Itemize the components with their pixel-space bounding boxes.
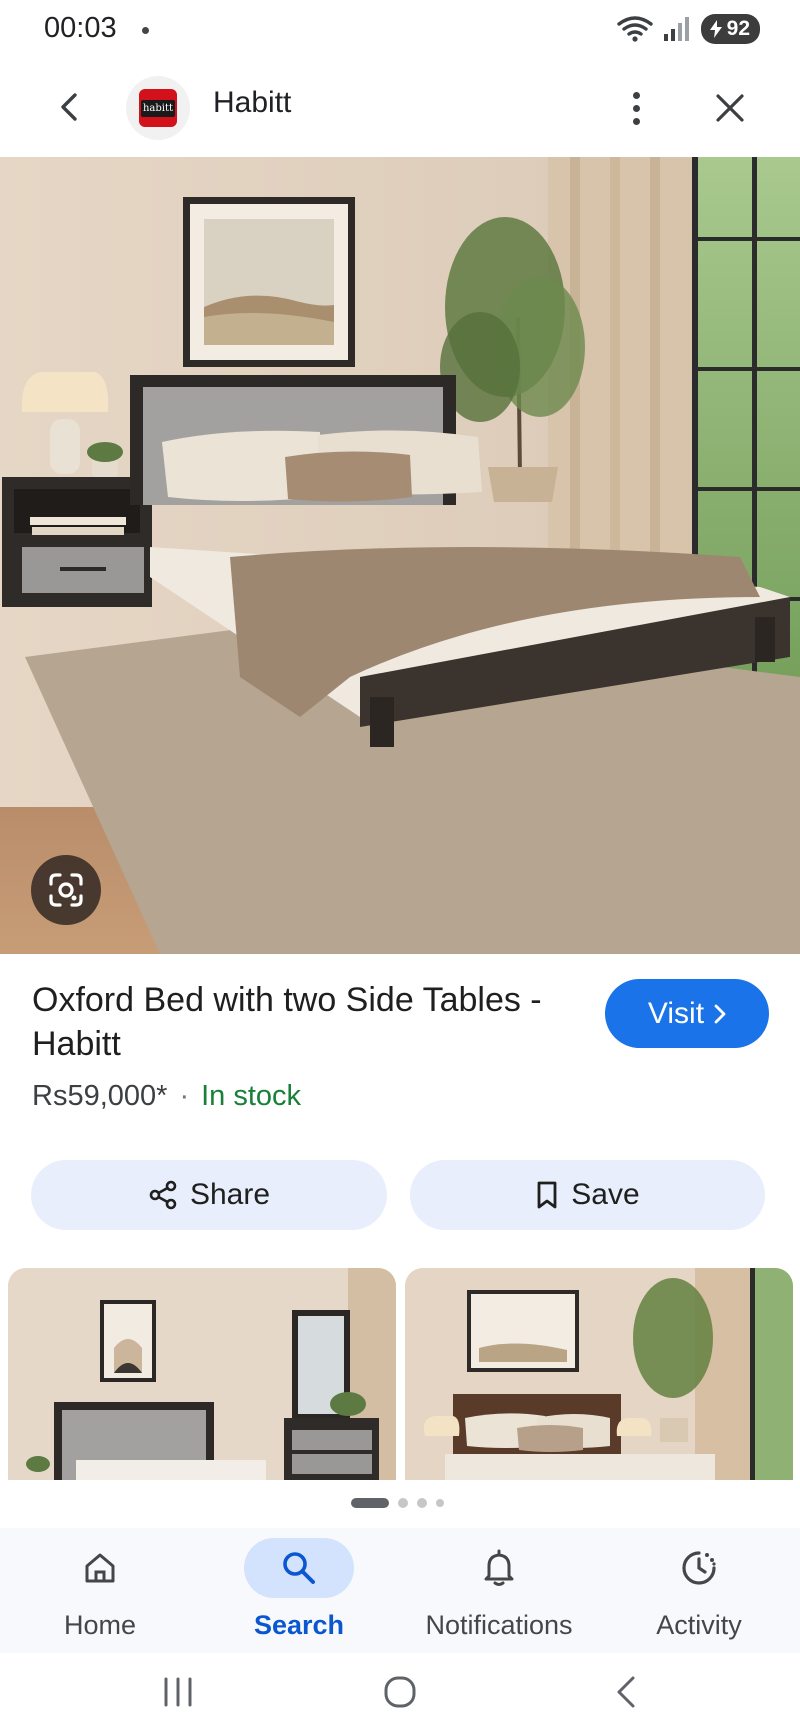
nav-activity-icon-wrap — [644, 1538, 754, 1598]
nav-label: Home — [63, 1610, 137, 1640]
stock-status: In stock — [201, 1080, 302, 1112]
more-options-button[interactable] — [614, 82, 658, 134]
nav-notifications-icon-wrap — [444, 1538, 554, 1598]
recent-apps-button[interactable] — [148, 1667, 208, 1717]
product-price: Rs59,000* — [32, 1080, 168, 1112]
activity-icon — [682, 1551, 716, 1585]
share-label: Share — [189, 1178, 271, 1211]
more-vert-icon — [632, 91, 640, 99]
nav-activity[interactable]: Activity — [599, 1528, 799, 1653]
system-back-button[interactable] — [596, 1667, 656, 1717]
notification-dot — [142, 27, 149, 34]
lens-icon — [49, 873, 83, 907]
system-navigation — [0, 1653, 800, 1733]
wifi-icon — [616, 16, 653, 42]
search-icon — [283, 1552, 315, 1584]
close-button[interactable] — [706, 84, 754, 132]
home-icon — [85, 1553, 115, 1583]
carousel-dot — [417, 1498, 427, 1508]
bottom-navigation: Home Search Notifications Activity — [0, 1528, 800, 1653]
nav-search-icon-wrap — [244, 1538, 354, 1598]
battery-indicator: 92 — [700, 14, 760, 44]
battery-level: 92 — [726, 17, 750, 40]
related-image[interactable] — [405, 1268, 793, 1480]
nav-notifications[interactable]: Notifications — [399, 1528, 599, 1653]
home-button[interactable] — [370, 1667, 430, 1717]
visit-button[interactable]: Visit — [605, 979, 769, 1048]
share-button[interactable]: Share — [31, 1160, 387, 1230]
carousel-indicator — [351, 1498, 444, 1508]
signal-icon — [663, 17, 689, 41]
related-bedroom-illustration — [8, 1268, 396, 1480]
back-arrow-icon — [617, 1676, 635, 1708]
home-circle-icon — [384, 1676, 416, 1708]
nav-home[interactable]: Home — [0, 1528, 200, 1653]
related-image[interactable] — [8, 1268, 396, 1480]
chevron-left-icon — [61, 93, 77, 121]
related-bedroom-illustration — [405, 1268, 793, 1480]
nav-label: Notifications — [425, 1610, 573, 1640]
save-label: Save — [571, 1178, 640, 1211]
product-image[interactable] — [0, 157, 800, 954]
carousel-dot — [436, 1499, 444, 1507]
share-icon — [149, 1180, 177, 1210]
google-lens-button[interactable] — [31, 855, 101, 925]
bell-icon — [484, 1549, 514, 1586]
charging-icon — [709, 20, 722, 38]
product-title[interactable]: Oxford Bed with two Side Tables - Habitt — [32, 978, 572, 1066]
header: habitt Habitt — [0, 62, 800, 156]
nav-search[interactable]: Search — [199, 1528, 399, 1653]
carousel-dot — [398, 1498, 408, 1508]
logo-text: habitt — [140, 99, 176, 117]
back-button[interactable] — [46, 84, 92, 130]
price-row: Rs59,000* · In stock — [32, 1080, 301, 1113]
bookmark-icon — [537, 1181, 557, 1209]
bedroom-illustration — [0, 157, 800, 954]
carousel-dot-active — [351, 1498, 389, 1508]
status-bar: 00:03 92 — [0, 0, 800, 62]
nav-home-icon-wrap — [45, 1538, 155, 1598]
status-time: 00:03 — [44, 12, 117, 44]
chevron-right-icon — [714, 1004, 726, 1023]
close-icon — [716, 94, 744, 122]
save-button[interactable]: Save — [410, 1160, 765, 1230]
site-logo[interactable]: habitt — [126, 76, 190, 140]
recent-apps-icon — [164, 1677, 192, 1707]
nav-label: Activity — [656, 1610, 742, 1640]
visit-label: Visit — [647, 996, 705, 1030]
habitt-logo: habitt — [139, 89, 177, 127]
nav-label: Search — [253, 1610, 345, 1640]
separator: · — [179, 1080, 190, 1112]
status-icons: 92 — [616, 14, 760, 44]
site-name: Habitt — [213, 86, 292, 119]
